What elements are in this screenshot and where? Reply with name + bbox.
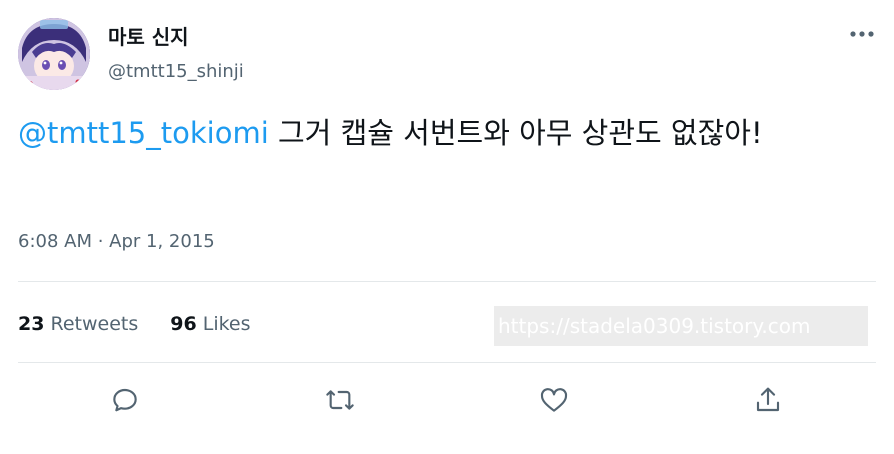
divider-top (18, 281, 876, 282)
watermark: https://stadela0309.tistory.com (494, 306, 868, 346)
like-button[interactable] (535, 381, 573, 419)
tweet-body: 그거 캡슐 서번트와 아무 상관도 없잖아! (268, 116, 763, 150)
divider-bottom (18, 362, 876, 363)
more-options-button[interactable] (846, 20, 878, 48)
share-icon (756, 387, 780, 412)
tweet-date: Apr 1, 2015 (109, 231, 215, 252)
heart-icon (540, 388, 568, 412)
reply-icon (113, 388, 137, 412)
retweet-button[interactable] (321, 381, 359, 419)
tweet-text: @tmtt15_tokiomi 그거 캡슐 서번트와 아무 상관도 없잖아! (18, 110, 858, 156)
mention-link[interactable]: @tmtt15_tokiomi (18, 116, 269, 150)
display-name[interactable]: 마토 신지 (108, 24, 189, 50)
retweets-stat[interactable]: 23 Retweets (18, 310, 138, 338)
retweets-count: 23 (18, 313, 45, 335)
user-handle[interactable]: @tmtt15_shinji (108, 60, 244, 84)
tweet-timestamp[interactable]: 6:08 AM · Apr 1, 2015 (18, 228, 215, 256)
likes-stat[interactable]: 96 Likes (170, 310, 250, 338)
tweet-card: 마토 신지 @tmtt15_shinji @tmtt15_tokiomi 그거 … (0, 0, 894, 454)
likes-label: Likes (196, 313, 251, 335)
tweet-time: 6:08 AM (18, 231, 92, 252)
more-options-icon (850, 31, 874, 37)
avatar-illustration (18, 18, 90, 90)
reply-button[interactable] (106, 381, 144, 419)
engagement-stats: 23 Retweets 96 Likes (18, 310, 251, 338)
avatar[interactable] (18, 18, 90, 90)
likes-count: 96 (170, 313, 197, 335)
meta-separator: · (92, 231, 110, 252)
share-button[interactable] (749, 381, 787, 419)
retweets-label: Retweets (44, 313, 139, 335)
retweet-icon (326, 390, 354, 410)
